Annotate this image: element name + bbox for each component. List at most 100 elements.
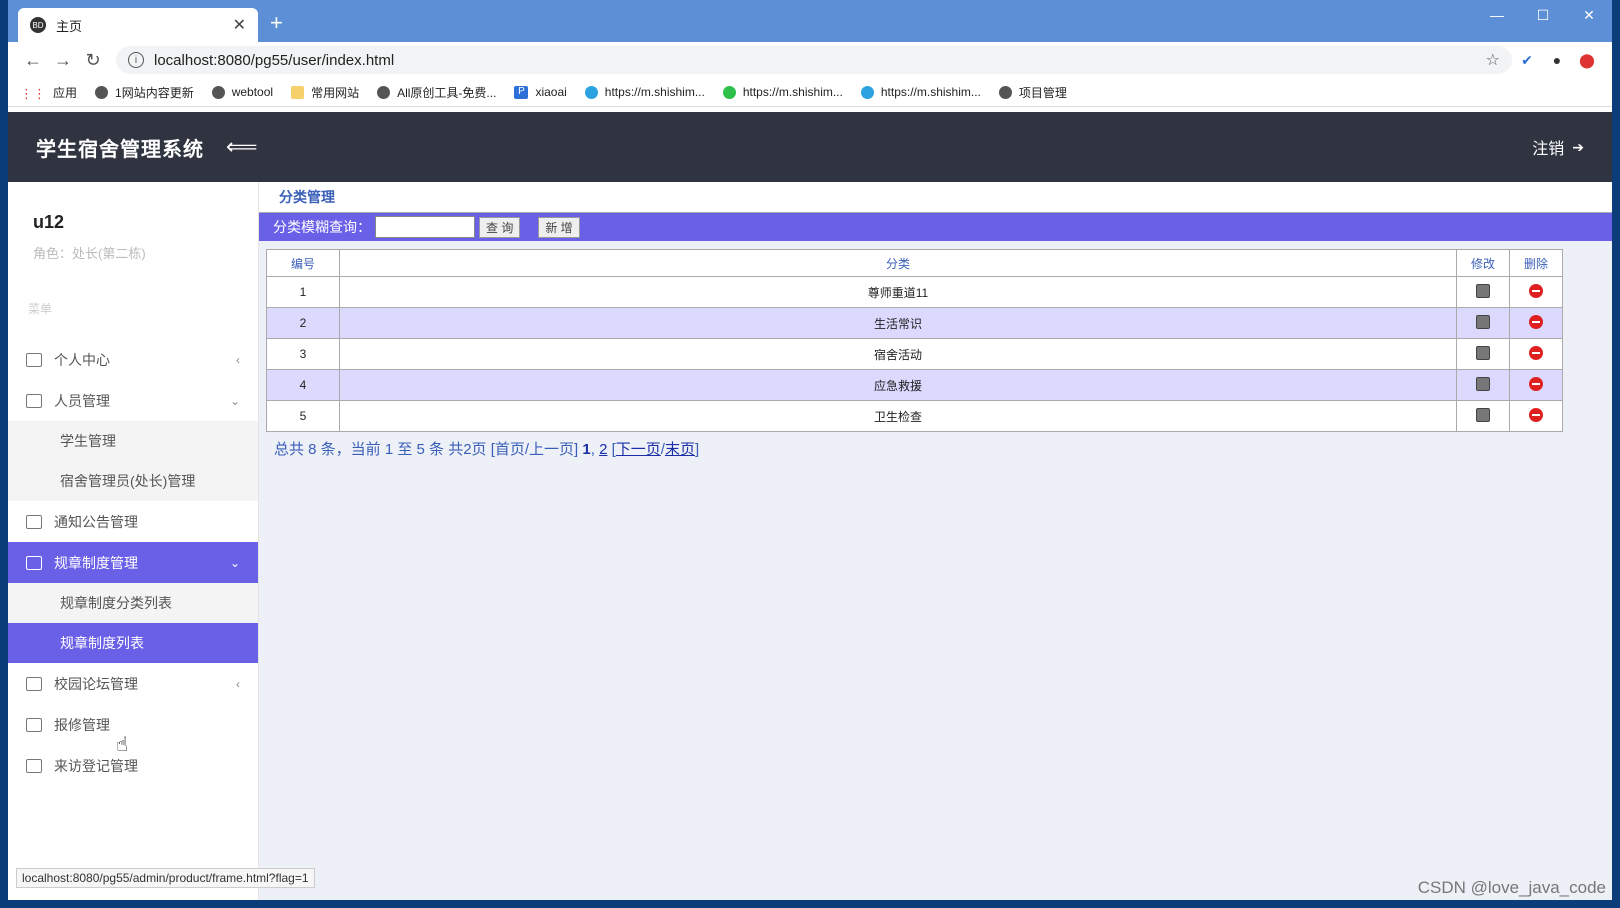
maximize-icon[interactable]: ☐ [1520, 0, 1566, 30]
delete-icon[interactable] [1529, 345, 1543, 360]
bookmark-apps[interactable]: ⋮⋮ 应用 [20, 84, 77, 101]
bookmark-star-icon[interactable]: ☆ [1486, 50, 1500, 70]
cell-edit [1456, 276, 1510, 308]
sidebar-subitem-regulation-categories[interactable]: 规章制度分类列表 [8, 583, 258, 623]
cell-category: 尊师重道11 [339, 276, 1457, 308]
sidebar-item-personal-center[interactable]: 个人中心 ‹ [8, 339, 258, 380]
bookmark-item[interactable]: Pxiaoai [514, 85, 567, 99]
bookmark-item[interactable]: webtool [211, 85, 273, 99]
delete-icon[interactable] [1529, 407, 1543, 422]
cell-edit [1456, 369, 1510, 401]
edit-icon[interactable] [1476, 283, 1490, 298]
column-header-id: 编号 [266, 249, 340, 277]
delete-icon[interactable] [1529, 376, 1543, 391]
sidebar-subitem-dorm-managers[interactable]: 宿舍管理员(处长)管理 [8, 461, 258, 501]
logout-button[interactable]: 注销 ➔ [1532, 135, 1584, 159]
pager-page-2[interactable]: 2 [599, 441, 607, 458]
cell-delete [1509, 338, 1563, 370]
globe-icon [211, 85, 225, 99]
tab-favicon-icon: BD [30, 17, 46, 33]
bookmark-item[interactable]: 常用网站 [291, 84, 359, 101]
p-logo-icon: P [514, 85, 529, 99]
window-controls: — ☐ ✕ [1474, 0, 1612, 30]
column-header-edit: 修改 [1456, 249, 1510, 277]
reload-icon[interactable]: ↻ [78, 50, 108, 71]
minimize-icon[interactable]: — [1474, 0, 1520, 30]
cell-id: 3 [266, 338, 340, 370]
site-icon [584, 85, 598, 99]
cell-category: 应急救援 [339, 369, 1457, 401]
bookmark-item[interactable]: https://m.shishim... [722, 85, 843, 99]
delete-icon[interactable] [1529, 314, 1543, 329]
menu-item-icon [26, 393, 42, 408]
bookmark-item[interactable]: 1网站内容更新 [95, 84, 194, 101]
menu-item-icon [26, 514, 42, 529]
browser-tab[interactable]: BD 主页 ✕ [18, 8, 258, 42]
bookmark-item[interactable]: All原创工具-免费... [377, 84, 496, 101]
edit-icon[interactable] [1476, 345, 1490, 360]
logout-label: 注销 [1532, 141, 1565, 158]
new-tab-icon[interactable]: + [270, 10, 283, 36]
pagination: 总共 8 条，当前 1 至 5 条 共2页 [首页/上一页] 1, 2 [下一页… [274, 441, 700, 458]
column-header-delete: 删除 [1509, 249, 1563, 277]
sidebar-subitem-regulation-list[interactable]: 规章制度列表 [8, 623, 258, 663]
wechat-icon [722, 85, 736, 99]
table-row: 1 尊师重道11 [266, 276, 1563, 308]
sidebar-item-notices[interactable]: 通知公告管理 [8, 501, 258, 542]
table-row: 2 生活常识 [266, 307, 1563, 339]
category-table: 编号 分类 修改 删除 1 尊师重道11 2 生活常识 3 宿舍活动 4 应急救… [266, 249, 1563, 432]
sidebar-subitem-students[interactable]: 学生管理 [8, 421, 258, 461]
search-button[interactable]: 查 询 [479, 216, 521, 238]
bookmark-item[interactable]: https://m.shishim... [584, 85, 705, 99]
pager-first-prev: [首页/上一页] [490, 441, 579, 458]
sidebar-item-repairs[interactable]: 报修管理 [8, 704, 258, 745]
menu-item-icon [26, 676, 42, 691]
avatar[interactable]: ● [1542, 52, 1572, 68]
address-bar[interactable]: i localhost:8080/pg55/user/index.html ☆ [116, 46, 1512, 74]
sidebar: u12 角色：处长(第二栋) 菜单 个人中心 ‹ 人员管理 ⌄ 学生管理 宿舍管理员… [8, 182, 259, 900]
edit-icon[interactable] [1476, 407, 1490, 422]
table-row: 4 应急救援 [266, 369, 1563, 401]
site-icon [860, 85, 874, 99]
cell-delete [1509, 276, 1563, 308]
menu-label: 菜单 [28, 302, 53, 316]
add-button[interactable]: 新 增 [538, 216, 580, 238]
table-header: 编号 分类 修改 删除 [266, 249, 1563, 277]
browser-toolbar: ← → ↻ i localhost:8080/pg55/user/index.h… [8, 42, 1612, 78]
sidebar-item-visitors[interactable]: 来访登记管理 [8, 745, 258, 786]
cell-id: 5 [266, 400, 340, 432]
close-window-icon[interactable]: ✕ [1566, 0, 1612, 30]
edit-icon[interactable] [1476, 376, 1490, 391]
user-name: u12 [33, 212, 65, 232]
mouse-cursor-icon: ☝ [116, 734, 129, 756]
user-info: u12 角色：处长(第二栋) [8, 182, 258, 262]
category-search-input[interactable] [375, 216, 475, 238]
delete-icon[interactable] [1529, 283, 1543, 298]
table-row: 5 卫生检查 [266, 400, 1563, 432]
menu-toggle-icon[interactable]: ⟸ [226, 134, 258, 160]
close-tab-icon[interactable]: ✕ [233, 15, 246, 35]
app-header: 学生宿舍管理系统 ⟸ 注销 ➔ [8, 112, 1612, 182]
pager-next[interactable]: 下一页 [616, 441, 661, 458]
cell-id: 1 [266, 276, 340, 308]
bookmark-item[interactable]: https://m.shishim... [860, 85, 981, 99]
bookmark-item[interactable]: 项目管理 [998, 84, 1067, 101]
extension-red-icon[interactable]: ⬤ [1572, 52, 1602, 69]
edit-icon[interactable] [1476, 314, 1490, 329]
sidebar-item-forum[interactable]: 校园论坛管理 ‹ [8, 663, 258, 704]
menu-item-icon [26, 758, 42, 773]
back-icon[interactable]: ← [18, 50, 48, 71]
forward-icon[interactable]: → [48, 50, 78, 71]
chevron-left-icon: ‹ [236, 676, 240, 691]
address-url[interactable]: localhost:8080/pg55/user/index.html [154, 52, 1486, 69]
pager-page-1: 1 [582, 441, 591, 458]
info-icon[interactable]: i [128, 52, 144, 68]
sidebar-item-regulations[interactable]: 规章制度管理 ⌄ [8, 542, 258, 583]
cell-delete [1509, 400, 1563, 432]
status-bar-url: localhost:8080/pg55/admin/product/frame.… [16, 868, 315, 888]
column-header-category: 分类 [339, 249, 1457, 277]
sidebar-item-personnel[interactable]: 人员管理 ⌄ [8, 380, 258, 421]
pager-last[interactable]: 末页 [665, 441, 695, 458]
table-row: 3 宿舍活动 [266, 338, 1563, 370]
extension-icon[interactable]: ✔ [1512, 52, 1542, 69]
